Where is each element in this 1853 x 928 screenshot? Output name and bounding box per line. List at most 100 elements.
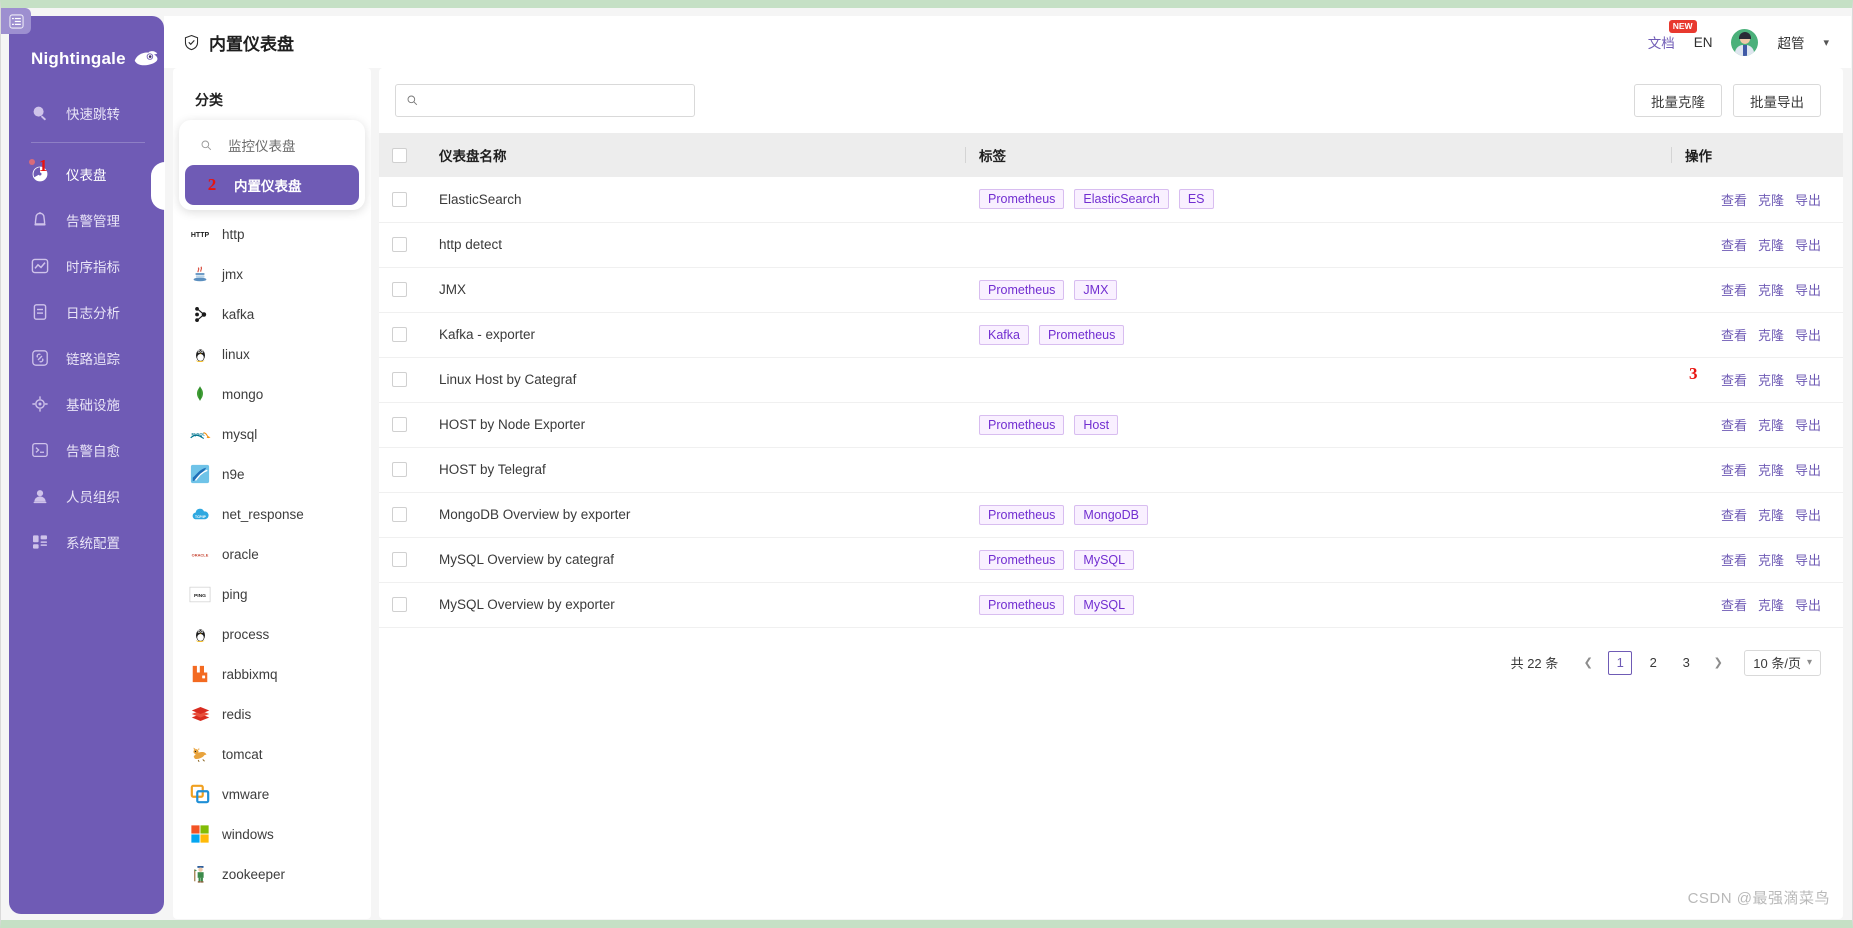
sidebar-item-organization[interactable]: 人员组织 <box>9 473 164 519</box>
pagination-page-2[interactable]: 2 <box>1641 651 1665 675</box>
category-item-tomcat[interactable]: tomcat <box>173 734 371 774</box>
sidebar-item-tracing[interactable]: 链路追踪 <box>9 335 164 381</box>
category-item-net-response[interactable]: TCP/IP net_response <box>173 494 371 534</box>
tag[interactable]: Prometheus <box>979 189 1065 210</box>
sidebar-item-infrastructure[interactable]: 基础设施 <box>9 381 164 427</box>
pagination-page-3[interactable]: 3 <box>1674 651 1698 675</box>
select-all-checkbox[interactable] <box>392 147 407 163</box>
export-link[interactable]: 导出 <box>1795 235 1821 254</box>
search-box[interactable] <box>395 84 695 117</box>
batch-export-button[interactable]: 批量导出 <box>1733 84 1821 117</box>
export-link[interactable]: 导出 <box>1795 595 1821 614</box>
tag[interactable]: MySQL <box>1074 594 1135 615</box>
view-link[interactable]: 查看 <box>1721 235 1747 254</box>
category-item-vmware[interactable]: vmware <box>173 774 371 814</box>
view-link[interactable]: 查看 <box>1721 550 1747 569</box>
view-link[interactable]: 查看 <box>1721 190 1747 209</box>
category-item-n9e[interactable]: n9e <box>173 454 371 494</box>
tag[interactable]: Prometheus <box>979 594 1065 615</box>
clone-link[interactable]: 克隆 <box>1758 280 1784 299</box>
category-item-windows[interactable]: windows <box>173 814 371 854</box>
tag[interactable]: Prometheus <box>979 504 1065 525</box>
view-link[interactable]: 查看 <box>1721 280 1747 299</box>
row-checkbox[interactable] <box>392 192 407 208</box>
view-link[interactable]: 查看 <box>1721 505 1747 524</box>
tag[interactable]: Prometheus <box>979 279 1065 300</box>
row-checkbox[interactable] <box>392 507 407 523</box>
export-link[interactable]: 导出 <box>1795 550 1821 569</box>
category-item-mysql[interactable]: MySQL mysql <box>173 414 371 454</box>
tag[interactable]: Prometheus <box>979 549 1065 570</box>
chevron-down-icon[interactable]: ▾ <box>1823 36 1829 49</box>
tag[interactable]: Prometheus <box>1038 324 1125 345</box>
language-switch[interactable]: EN <box>1694 35 1713 50</box>
sidebar-item-self-healing[interactable]: 告警自愈 <box>9 427 164 473</box>
view-link[interactable]: 查看 <box>1721 415 1747 434</box>
sidebar-item-logs[interactable]: 日志分析 <box>9 289 164 335</box>
export-link[interactable]: 导出 <box>1795 415 1821 434</box>
tag[interactable]: MongoDB <box>1074 504 1148 525</box>
view-link[interactable]: 查看 <box>1721 595 1747 614</box>
menu-collapse-button[interactable] <box>1 8 31 34</box>
category-item-mongo[interactable]: mongo <box>173 374 371 414</box>
export-link[interactable]: 导出 <box>1795 505 1821 524</box>
view-link[interactable]: 查看 <box>1721 325 1747 344</box>
tag[interactable]: MySQL <box>1074 549 1135 570</box>
search-input[interactable] <box>427 92 684 109</box>
category-item-jmx[interactable]: jmx <box>173 254 371 294</box>
row-checkbox[interactable] <box>392 597 407 613</box>
category-item-builtin[interactable]: 2 内置仪表盘 <box>185 165 359 205</box>
brand[interactable]: Nightingale <box>9 16 164 78</box>
category-item-http[interactable]: HTTP http <box>173 214 371 254</box>
row-checkbox[interactable] <box>392 372 407 388</box>
category-item-process[interactable]: process <box>173 614 371 654</box>
row-checkbox[interactable] <box>392 417 407 433</box>
sidebar-item-metrics[interactable]: 时序指标 <box>9 243 164 289</box>
sidebar-item-dashboard[interactable]: 1 仪表盘 <box>9 151 164 197</box>
category-search-row[interactable]: 监控仪表盘 <box>179 125 365 165</box>
user-name[interactable]: 超管 <box>1777 32 1804 52</box>
row-checkbox[interactable] <box>392 237 407 253</box>
category-item-ping[interactable]: PING ping <box>173 574 371 614</box>
clone-link[interactable]: 克隆 <box>1758 190 1784 209</box>
export-link[interactable]: 导出 <box>1795 190 1821 209</box>
clone-link[interactable]: 克隆 <box>1758 460 1784 479</box>
chevron-left-icon[interactable]: ❮ <box>1577 651 1599 675</box>
clone-link[interactable]: 克隆 <box>1758 235 1784 254</box>
row-checkbox[interactable] <box>392 327 407 343</box>
sidebar-item-system-config[interactable]: 系统配置 <box>9 519 164 565</box>
avatar[interactable] <box>1731 28 1759 56</box>
tag[interactable]: JMX <box>1074 279 1118 300</box>
row-checkbox[interactable] <box>392 462 407 478</box>
chevron-right-icon[interactable]: ❯ <box>1707 651 1729 675</box>
clone-link[interactable]: 克隆 <box>1758 370 1784 389</box>
row-checkbox[interactable] <box>392 552 407 568</box>
tag[interactable]: Prometheus <box>979 414 1065 435</box>
sidebar-item-quick-jump[interactable]: 快速跳转 <box>9 90 164 136</box>
category-item-zookeeper[interactable]: zookeeper <box>173 854 371 894</box>
row-checkbox[interactable] <box>392 282 407 298</box>
tag[interactable]: Kafka <box>979 324 1029 345</box>
category-item-rabbixmq[interactable]: rabbixmq <box>173 654 371 694</box>
pagination-page-1[interactable]: 1 <box>1608 650 1633 675</box>
category-item-kafka[interactable]: kafka <box>173 294 371 334</box>
export-link[interactable]: 导出 <box>1795 280 1821 299</box>
page-size-select[interactable]: 10 条/页 ▾ <box>1744 649 1821 676</box>
tag[interactable]: ElasticSearch <box>1074 189 1169 210</box>
export-link[interactable]: 导出 <box>1795 370 1821 389</box>
view-link[interactable]: 查看 <box>1721 370 1747 389</box>
clone-link[interactable]: 克隆 <box>1758 415 1784 434</box>
clone-link[interactable]: 克隆 <box>1758 595 1784 614</box>
clone-link[interactable]: 克隆 <box>1758 550 1784 569</box>
clone-link[interactable]: 克隆 <box>1758 505 1784 524</box>
sidebar-item-alerting[interactable]: 告警管理 <box>9 197 164 243</box>
category-item-redis[interactable]: redis <box>173 694 371 734</box>
batch-clone-button[interactable]: 批量克隆 <box>1634 84 1722 117</box>
docs-link[interactable]: 文档 NEW <box>1648 20 1697 52</box>
export-link[interactable]: 导出 <box>1795 460 1821 479</box>
category-item-oracle[interactable]: ORACLE oracle <box>173 534 371 574</box>
view-link[interactable]: 查看 <box>1721 460 1747 479</box>
tag[interactable]: ES <box>1178 189 1214 210</box>
clone-link[interactable]: 克隆 <box>1758 325 1784 344</box>
export-link[interactable]: 导出 <box>1795 325 1821 344</box>
